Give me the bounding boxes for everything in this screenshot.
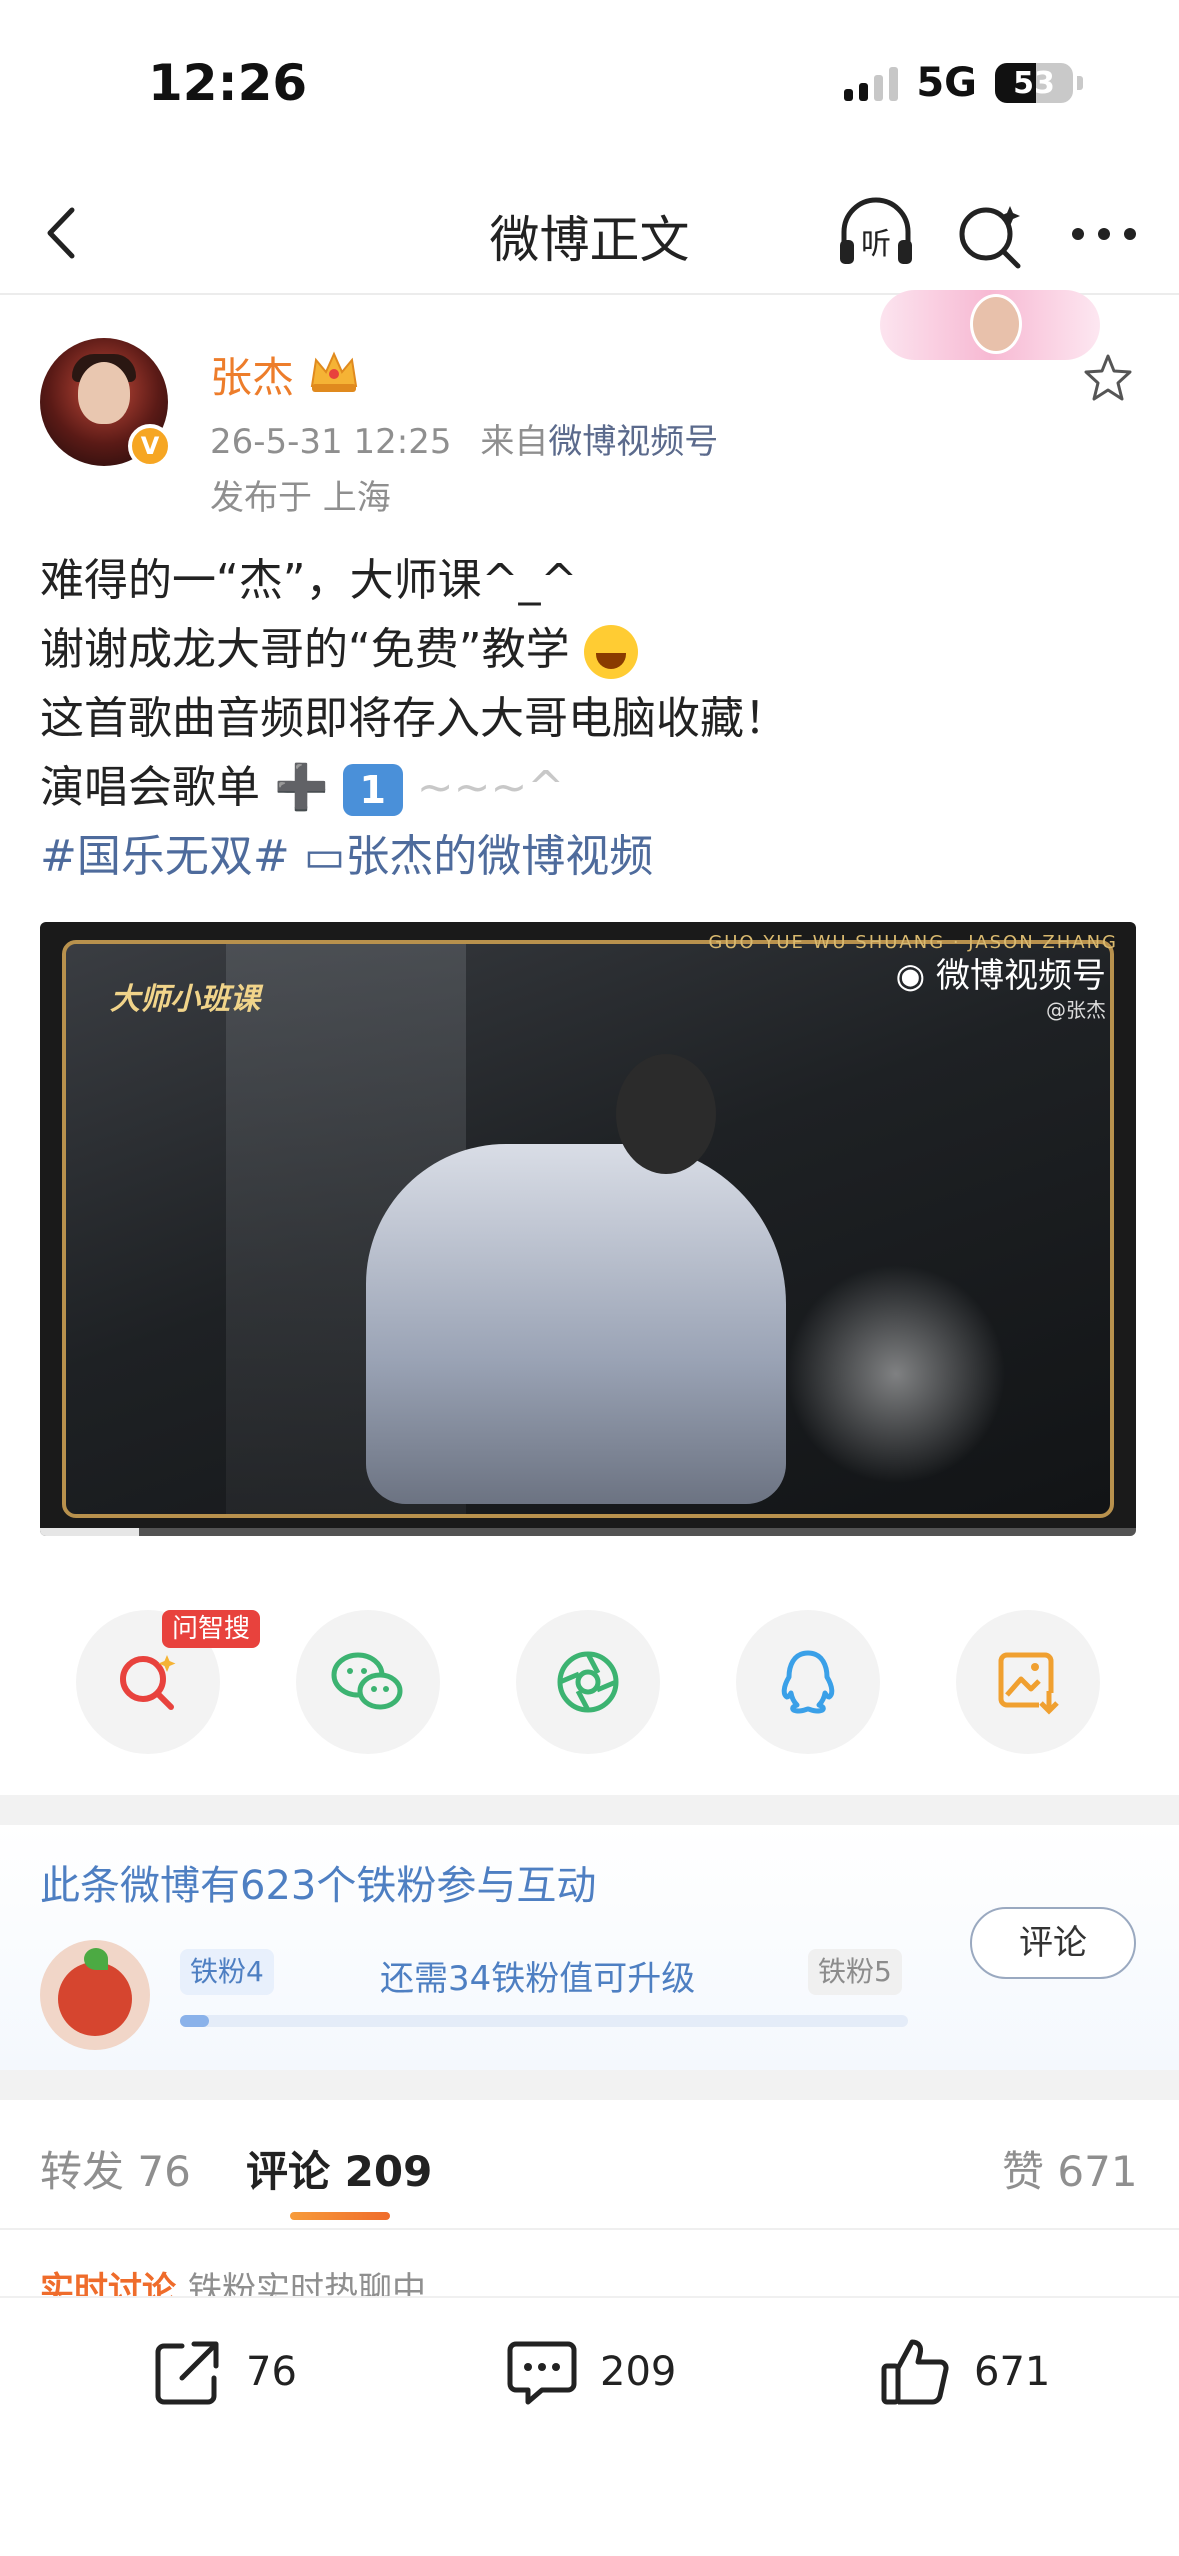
like-button[interactable]: 671 bbox=[876, 2332, 1050, 2412]
post-line-3: 这首歌曲音频即将存入大哥电脑收藏！ bbox=[40, 693, 788, 744]
ai-search-icon bbox=[120, 1655, 176, 1710]
iron-fans-card: 此条微博有623个铁粉参与互动 铁粉4 还需34铁粉值可升级 铁粉5 评论 bbox=[0, 1825, 1179, 2070]
fan-level-current: 铁粉4 bbox=[180, 1949, 274, 1995]
comment-button[interactable]: 评论 bbox=[970, 1907, 1136, 1979]
video-label: 大师小班课 bbox=[110, 982, 260, 1017]
video-watermark: ◉ 微博视频号 bbox=[896, 948, 1106, 997]
video-progress[interactable] bbox=[40, 1528, 1136, 1536]
video-watermark-text: 微博视频号 bbox=[936, 956, 1106, 996]
comment-count: 209 bbox=[600, 2349, 677, 2395]
post-line-1: 难得的一“杰”，大师课^_^ bbox=[40, 555, 578, 606]
post-line-5: #国乐无双# ▭张杰的微博视频 bbox=[40, 822, 1140, 891]
post-source-link[interactable]: 微博视频号 bbox=[548, 422, 718, 462]
battery-percent: 53 bbox=[1013, 65, 1055, 101]
repost-button[interactable]: 76 bbox=[148, 2332, 297, 2412]
author-name[interactable]: 张杰 bbox=[210, 344, 294, 405]
listen-icon[interactable]: 听 bbox=[834, 192, 918, 276]
tab-repost-label: 转发 bbox=[40, 2147, 125, 2196]
tab-like[interactable]: 赞 671 bbox=[1002, 2138, 1138, 2199]
moments-share-button[interactable] bbox=[516, 1610, 660, 1754]
post-location: 发布于 上海 bbox=[210, 478, 391, 518]
tab-comment-count: 209 bbox=[344, 2147, 433, 2196]
section-divider bbox=[0, 1795, 1179, 1825]
like-count: 671 bbox=[974, 2349, 1051, 2395]
ai-search-badge: 问智搜 bbox=[162, 1610, 261, 1648]
status-indicators: 5G 53 bbox=[844, 60, 1083, 106]
tab-active-underline bbox=[290, 2212, 390, 2220]
video-link[interactable]: 张杰的微博视频 bbox=[345, 831, 653, 882]
crown-icon bbox=[310, 351, 358, 392]
save-image-icon bbox=[998, 1652, 1059, 1715]
thumbs-up-icon bbox=[881, 2339, 949, 2405]
fan-sticker-image[interactable] bbox=[880, 290, 1100, 360]
tab-repost-count: 76 bbox=[137, 2147, 191, 2196]
fan-level-progress bbox=[180, 2015, 908, 2027]
tab-repost[interactable]: 转发 76 bbox=[40, 2138, 191, 2199]
post-time: 26-5-31 12:25 bbox=[210, 422, 452, 462]
realtime-sub: 铁粉实时热聊中 bbox=[188, 2270, 426, 2296]
fan-level-next: 铁粉5 bbox=[808, 1949, 902, 1995]
status-bar: 12:26 5G 53 bbox=[0, 0, 1179, 170]
video-camera-icon: ▭ bbox=[303, 831, 346, 882]
status-time: 12:26 bbox=[148, 54, 308, 112]
my-avatar[interactable] bbox=[40, 1940, 150, 2050]
qq-share-button[interactable] bbox=[736, 1610, 880, 1754]
fans-title[interactable]: 此条微博有623个铁粉参与互动 bbox=[40, 1853, 596, 1911]
wechat-icon bbox=[331, 1652, 403, 1710]
comment-action-button[interactable]: 209 bbox=[502, 2332, 676, 2412]
keycap-one-icon: 1 bbox=[342, 764, 403, 816]
network-label: 5G bbox=[916, 60, 977, 106]
repost-count: 76 bbox=[246, 2349, 297, 2395]
video-player[interactable]: GUO YUE WU SHUANG · JASON ZHANG 大师小班课 ◉ … bbox=[40, 922, 1136, 1536]
weibo-logo-icon: ◉ bbox=[895, 956, 936, 996]
laughing-emoji-icon bbox=[583, 625, 638, 679]
hashtag-link[interactable]: #国乐无双# bbox=[40, 831, 290, 882]
comment-icon bbox=[507, 2341, 577, 2405]
realtime-title: 实时讨论 bbox=[40, 2270, 176, 2296]
tab-comment-label: 评论 bbox=[246, 2147, 331, 2196]
section-divider bbox=[0, 2070, 1179, 2100]
post-meta: 26-5-31 12:25 来自微博视频号 bbox=[210, 414, 718, 463]
post-line-2-text: 谢谢成龙大哥的“免费”教学 bbox=[40, 624, 570, 675]
post-line-4-text: 演唱会歌单 ➕ bbox=[40, 762, 343, 813]
tab-like-count: 671 bbox=[1057, 2147, 1138, 2196]
moments-icon bbox=[557, 1651, 619, 1713]
search-icon[interactable] bbox=[948, 192, 1032, 276]
post-text: 难得的一“杰”，大师课^_^ 谢谢成龙大哥的“免费”教学 这首歌曲音频即将存入大… bbox=[40, 546, 1140, 891]
wechat-share-button[interactable] bbox=[296, 1610, 440, 1754]
realtime-discussion-header[interactable]: 实时讨论 铁粉实时热聊中 bbox=[40, 2262, 426, 2296]
qq-icon bbox=[781, 1650, 835, 1714]
battery-cap bbox=[1077, 76, 1083, 90]
tab-comment[interactable]: 评论 209 bbox=[246, 2138, 432, 2199]
video-person-image bbox=[366, 1144, 786, 1504]
source-prefix: 来自 bbox=[480, 422, 549, 462]
verified-badge-icon: V bbox=[128, 424, 172, 468]
post-line-2: 谢谢成龙大哥的“免费”教学 bbox=[40, 615, 1140, 684]
save-image-button[interactable] bbox=[956, 1610, 1100, 1754]
video-frame bbox=[62, 940, 1114, 1518]
fan-level-hint: 还需34铁粉值可升级 bbox=[380, 1959, 696, 1999]
more-icon[interactable] bbox=[1062, 192, 1146, 276]
video-watermark-sub: @张杰 bbox=[1046, 998, 1106, 1022]
signal-icon bbox=[844, 65, 899, 101]
battery-icon: 53 bbox=[995, 63, 1073, 103]
post-line-4-tail: ~~~^ bbox=[416, 762, 565, 813]
bottom-action-bar: 76 209 671 bbox=[0, 2296, 1179, 2556]
nav-bar: 微博正文 听 bbox=[0, 170, 1179, 295]
tab-like-label: 赞 bbox=[1002, 2147, 1045, 2196]
repost-icon bbox=[155, 2341, 219, 2405]
interaction-tabs: 转发 76 评论 209 赞 671 bbox=[0, 2100, 1179, 2230]
star-icon[interactable] bbox=[1080, 350, 1136, 406]
post-line-4: 演唱会歌单 ➕ 1 ~~~^ bbox=[40, 753, 1140, 822]
listen-icon-label: 听 bbox=[861, 227, 891, 262]
